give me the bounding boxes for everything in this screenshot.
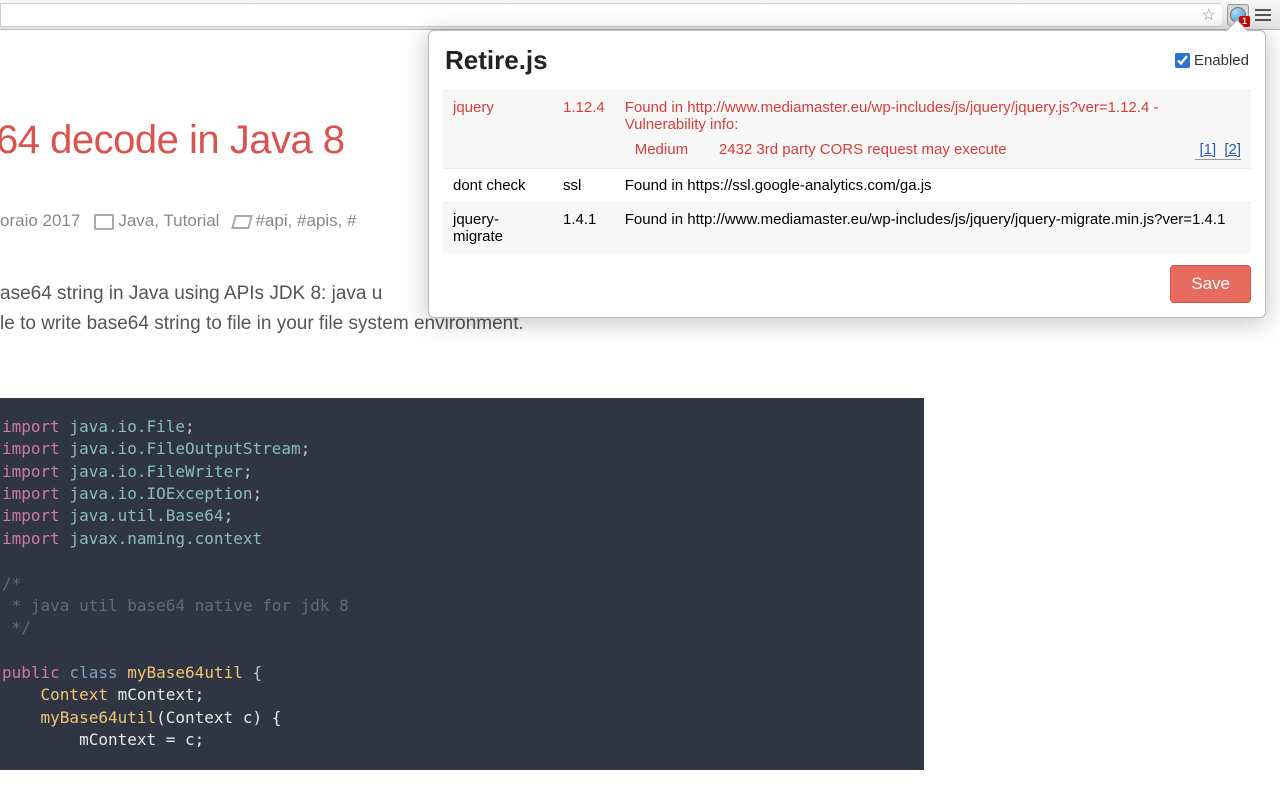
- save-button[interactable]: Save: [1170, 265, 1251, 303]
- address-bar-fragment[interactable]: ☆: [0, 3, 1222, 27]
- meta-date: oraio 2017: [0, 211, 80, 231]
- table-row: jquery-migrate 1.4.1 Found in http://www…: [443, 203, 1251, 254]
- lib-cell: dont check: [443, 169, 553, 203]
- meta-tags[interactable]: #api, #apis, #: [255, 211, 356, 230]
- enabled-checkbox[interactable]: [1175, 53, 1190, 68]
- reference-links: [1] [2]: [1195, 141, 1241, 160]
- meta-categories[interactable]: Java, Tutorial: [118, 211, 219, 230]
- enabled-label: Enabled: [1194, 52, 1249, 69]
- table-row: jquery 1.12.4 Found in http://www.mediam…: [443, 91, 1251, 169]
- code-block: import java.io.File; import java.io.File…: [0, 398, 924, 770]
- version-cell: 1.4.1: [553, 203, 615, 254]
- vuln-description: 2432 3rd party CORS request may execute: [719, 141, 1007, 158]
- severity: Medium: [635, 141, 715, 158]
- enabled-toggle[interactable]: Enabled: [1175, 52, 1249, 69]
- lib-cell: jquery-migrate: [443, 203, 553, 254]
- found-text: Found in http://www.mediamaster.eu/wp-in…: [625, 99, 1241, 133]
- ref-link-1[interactable]: [1]: [1199, 141, 1216, 158]
- folder-icon: [94, 214, 114, 230]
- browser-toolbar: ☆ 1: [0, 0, 1280, 30]
- detail-cell: Found in https://ssl.google-analytics.co…: [615, 169, 1251, 203]
- popup-header: Retire.js Enabled: [443, 41, 1251, 80]
- results-table: jquery 1.12.4 Found in http://www.mediam…: [443, 90, 1251, 253]
- popup-title: Retire.js: [445, 45, 548, 76]
- table-row: dont check ssl Found in https://ssl.goog…: [443, 169, 1251, 203]
- detail-cell: Found in http://www.mediamaster.eu/wp-in…: [615, 203, 1251, 254]
- version-cell: ssl: [553, 169, 615, 203]
- lib-cell: jquery: [443, 91, 553, 169]
- tag-icon: [232, 215, 254, 229]
- vuln-detail: Medium 2432 3rd party CORS request may e…: [625, 141, 1241, 158]
- detail-cell: Found in http://www.mediamaster.eu/wp-in…: [615, 91, 1251, 169]
- ref-link-2[interactable]: [2]: [1224, 141, 1241, 158]
- version-cell: 1.12.4: [553, 91, 615, 169]
- retirejs-popup: Retire.js Enabled jquery 1.12.4 Found in…: [428, 30, 1266, 318]
- bookmark-star-icon[interactable]: ☆: [1202, 5, 1216, 25]
- popup-footer: Save: [443, 265, 1251, 303]
- hamburger-menu-icon[interactable]: [1252, 4, 1274, 26]
